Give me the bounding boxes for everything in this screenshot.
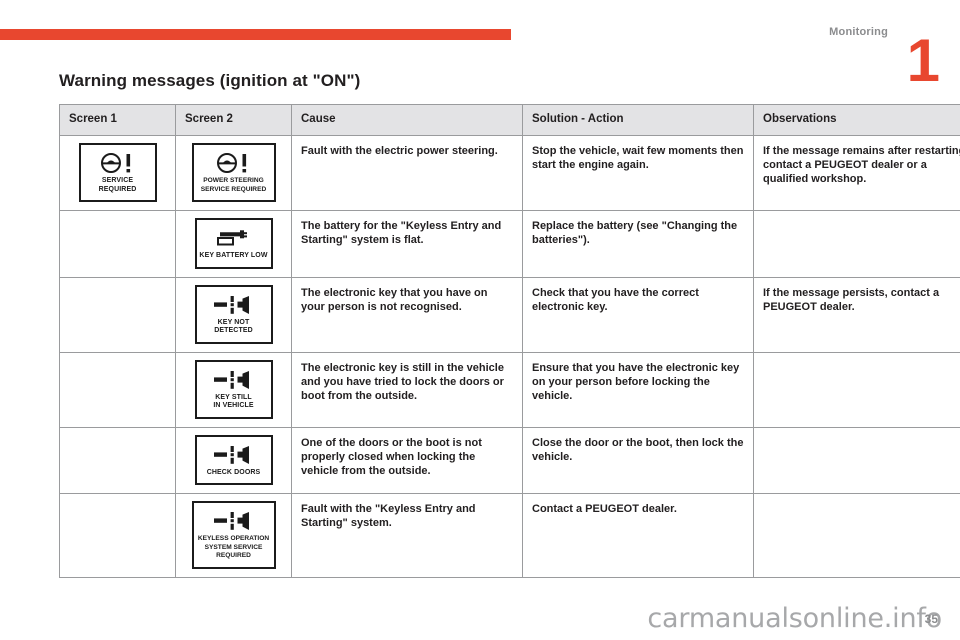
cell-screen-1 [59, 276, 176, 353]
key-battery-icon [199, 227, 269, 249]
message-tile-label: CHECK DOORS [206, 468, 261, 476]
message-tile-label: KEY BATTERY LOW [199, 252, 268, 259]
keyless-signal-icon [199, 294, 269, 316]
cell-observations [753, 210, 960, 278]
steering-wheel-warning-icon [196, 152, 272, 174]
site-watermark: carmanualsonline.info [647, 603, 942, 634]
table-row: SERVICE REQUIRED POWER STEERING SERVICE R… [59, 135, 960, 211]
cell-observations [753, 426, 960, 494]
keyless-signal-icon [196, 510, 272, 532]
cell-screen-2: CHECK DOORS [175, 426, 292, 494]
table-row: KEYLESS OPERATION SYSTEM SERVICE REQUIRE… [59, 493, 960, 578]
cell-solution-action: Contact a PEUGEOT dealer. [522, 493, 754, 578]
cell-screen-1 [59, 493, 176, 578]
cell-observations: If the message remains after restarting,… [753, 135, 960, 211]
message-tile: POWER STEERING SERVICE REQUIRED [191, 143, 276, 202]
cell-cause: The electronic key that you have on your… [291, 276, 523, 353]
cell-solution-action: Check that you have the correct electron… [522, 276, 754, 353]
table-row: CHECK DOORS One of the doors or the boot … [59, 426, 960, 494]
page-header: Monitoring 1 [0, 0, 960, 91]
header-accent-rule [0, 29, 511, 40]
cell-observations: If the message persists, contact a PEUGE… [753, 276, 960, 353]
message-tile: SERVICE REQUIRED [78, 143, 157, 202]
cell-cause: The electronic key is still in the vehic… [291, 351, 523, 428]
cell-screen-2: POWER STEERING SERVICE REQUIRED [175, 135, 292, 211]
cell-screen-1 [59, 351, 176, 428]
message-tile: KEY BATTERY LOW [194, 218, 273, 269]
column-header-screen-2: Screen 2 [175, 104, 292, 136]
cell-cause: The battery for the "Keyless Entry and S… [291, 210, 523, 278]
table-body: SERVICE REQUIRED POWER STEERING SERVICE R… [59, 135, 960, 578]
cell-solution-action: Stop the vehicle, wait few moments then … [522, 135, 754, 211]
cell-solution-action: Replace the battery (see "Changing the b… [522, 210, 754, 278]
cell-observations [753, 493, 960, 578]
column-header-observations: Observations [753, 104, 960, 136]
cell-observations [753, 351, 960, 428]
column-header-screen-1: Screen 1 [59, 104, 176, 136]
cell-screen-2: KEY NOT DETECTED [175, 276, 292, 353]
message-tile: KEY STILL IN VEHICLE [194, 359, 273, 419]
column-header-cause: Cause [291, 104, 523, 136]
page-title: Warning messages (ignition at "ON") [59, 71, 361, 91]
chapter-number: 1 [906, 27, 940, 94]
table-header: Screen 1 Screen 2 Cause Solution - Actio… [59, 104, 960, 136]
message-tile-label: KEY STILL IN VEHICLE [213, 393, 254, 410]
table-row: KEY BATTERY LOW The battery for the "Keyl… [59, 210, 960, 278]
keyless-signal-icon [199, 369, 269, 391]
cell-solution-action: Close the door or the boot, then lock th… [522, 426, 754, 494]
steering-wheel-warning-icon [83, 152, 153, 174]
cell-solution-action: Ensure that you have the electronic key … [522, 351, 754, 428]
cell-cause: One of the doors or the boot is not prop… [291, 426, 523, 494]
column-header-solution-action: Solution - Action [522, 104, 754, 136]
cell-screen-1 [59, 210, 176, 278]
message-tile-label: POWER STEERING SERVICE REQUIRED [200, 177, 267, 193]
message-tile: CHECK DOORS [194, 434, 273, 485]
warning-messages-table: Screen 1 Screen 2 Cause Solution - Actio… [59, 104, 960, 578]
chapter-label: Monitoring [829, 26, 888, 38]
table-header-row: Screen 1 Screen 2 Cause Solution - Actio… [59, 104, 960, 136]
cell-cause: Fault with the "Keyless Entry and Starti… [291, 493, 523, 578]
keyless-signal-icon [199, 444, 269, 466]
page-number: 35 [924, 612, 938, 626]
cell-screen-2: KEY BATTERY LOW [175, 210, 292, 278]
message-tile-label: KEYLESS OPERATION SYSTEM SERVICE REQUIRE… [197, 535, 270, 559]
message-tile: KEYLESS OPERATION SYSTEM SERVICE REQUIRE… [191, 501, 276, 569]
table-row: KEY STILL IN VEHICLE The electronic key i… [59, 351, 960, 428]
cell-cause: Fault with the electric power steering. [291, 135, 523, 211]
cell-screen-2: KEY STILL IN VEHICLE [175, 351, 292, 428]
table-row: KEY NOT DETECTED The electronic key that … [59, 276, 960, 353]
cell-screen-1: SERVICE REQUIRED [59, 135, 176, 211]
cell-screen-1 [59, 426, 176, 494]
cell-screen-2: KEYLESS OPERATION SYSTEM SERVICE REQUIRE… [175, 493, 292, 578]
message-tile-label: SERVICE REQUIRED [98, 177, 137, 193]
message-tile: KEY NOT DETECTED [194, 284, 273, 344]
message-tile-label: KEY NOT DETECTED [214, 318, 253, 335]
